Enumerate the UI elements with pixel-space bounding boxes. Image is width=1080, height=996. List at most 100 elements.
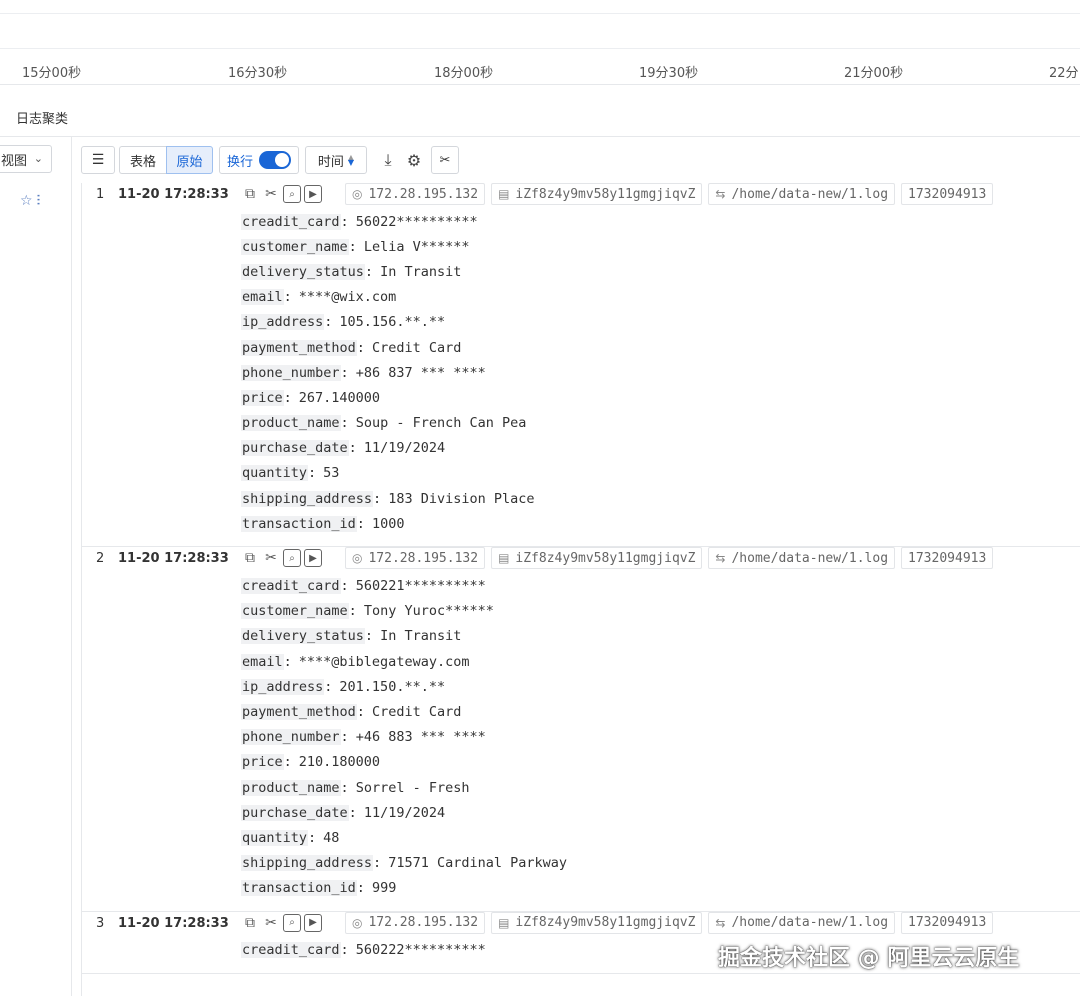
field-key[interactable]: payment_method — [241, 703, 357, 720]
field-value[interactable]: 267.140000 — [299, 390, 380, 406]
field-key[interactable]: quantity — [241, 465, 309, 482]
tools-icon[interactable]: ✂ — [262, 549, 280, 567]
field-key[interactable]: email — [241, 289, 284, 306]
field-value[interactable]: 48 — [323, 830, 339, 846]
row-actions: ⧉ ✂ ⌕ ▶ — [241, 913, 322, 932]
field-value[interactable]: Tony Yuroc****** — [364, 603, 494, 619]
field-key[interactable]: ip_address — [241, 314, 325, 331]
settings-icon[interactable]: ⚙ — [405, 151, 423, 170]
file-path-tag[interactable]: ⇆ /home/data-new/1.log — [708, 547, 896, 570]
field-key[interactable]: purchase_date — [241, 804, 349, 821]
field-key[interactable]: creadit_card — [241, 942, 341, 959]
field-value[interactable]: 210.180000 — [299, 754, 380, 770]
timestamp-tag[interactable]: 1732094913 — [901, 183, 994, 205]
source-ip-tag[interactable]: ◎ 172.28.195.132 — [345, 183, 486, 205]
field-value[interactable]: +86 837 *** **** — [356, 365, 486, 381]
view-select-value: 视图 — [1, 153, 28, 169]
field-key[interactable]: customer_name — [241, 238, 349, 255]
copy-icon[interactable]: ⧉ — [241, 914, 259, 932]
tools-button[interactable]: ✂ — [431, 146, 459, 174]
field-key[interactable]: creadit_card — [241, 578, 341, 595]
time-sort-label: 时间 — [317, 154, 344, 170]
file-path-tag[interactable]: ⇆ /home/data-new/1.log — [708, 183, 896, 205]
field-value[interactable]: Credit Card — [372, 340, 461, 356]
field-value[interactable]: Credit Card — [372, 704, 461, 720]
copy-icon[interactable]: ⧉ — [241, 185, 259, 203]
field-value[interactable]: 71571 Cardinal Parkway — [388, 855, 567, 871]
field-value[interactable]: 11/19/2024 — [364, 440, 445, 456]
log-cluster-title[interactable]: 日志聚类 — [16, 108, 68, 127]
field-key[interactable]: ip_address — [241, 678, 325, 695]
log-field: price:267.140000 — [241, 385, 1080, 410]
ip-icon: ◎ — [352, 915, 363, 930]
wrap-toggle-switch[interactable] — [259, 151, 291, 169]
field-value[interactable]: 53 — [323, 465, 339, 481]
field-value[interactable]: ****@biblegateway.com — [299, 654, 470, 670]
field-key[interactable]: shipping_address — [241, 490, 374, 507]
field-key[interactable]: transaction_id — [241, 880, 357, 897]
star-icon[interactable]: ☆ — [20, 193, 33, 209]
field-value[interactable]: 105.156.**.** — [339, 314, 445, 330]
field-value[interactable]: 560221********** — [356, 578, 486, 594]
view-select[interactable]: 视图 ⌄ — [0, 145, 52, 173]
field-value[interactable]: 11/19/2024 — [364, 805, 445, 821]
collapse-sidebar-button[interactable]: ☰ — [81, 146, 115, 174]
field-value[interactable]: 183 Division Place — [388, 491, 534, 507]
log-entry-header: 3 11-20 17:28:33 ⧉ ✂ ⌕ ▶ ◎ 172.28.195.132 ▤ iZf8z… — [82, 911, 1080, 938]
field-key[interactable]: creadit_card — [241, 213, 341, 230]
tools-icon[interactable]: ✂ — [262, 914, 280, 932]
download-icon[interactable]: ⤓ — [379, 150, 397, 170]
time-sort-button[interactable]: 时间 ▲ ▼ — [305, 146, 367, 174]
context-search-icon[interactable]: ⌕ — [283, 913, 301, 932]
field-key[interactable]: customer_name — [241, 603, 349, 620]
field-value[interactable]: In Transit — [380, 628, 461, 644]
field-key[interactable]: price — [241, 389, 284, 406]
source-ip-tag[interactable]: ◎ 172.28.195.132 — [345, 911, 486, 934]
wrap-toggle-button[interactable]: 换行 — [219, 146, 299, 174]
log-field: payment_method: Credit Card — [241, 699, 1080, 724]
field-key[interactable]: product_name — [241, 779, 341, 796]
timestamp-tag[interactable]: 1732094913 — [901, 911, 994, 934]
field-value[interactable]: 1000 — [372, 516, 405, 532]
field-value[interactable]: ****@wix.com — [299, 289, 397, 305]
field-key[interactable]: delivery_status — [241, 263, 365, 280]
field-value[interactable]: Lelia V****** — [364, 239, 470, 255]
livetail-play-icon[interactable]: ▶ — [304, 913, 322, 932]
field-key[interactable]: email — [241, 653, 284, 670]
field-key[interactable]: transaction_id — [241, 515, 357, 532]
tab-raw[interactable]: 原始 — [166, 146, 213, 174]
context-search-icon[interactable]: ⌕ — [283, 185, 301, 203]
field-key[interactable]: phone_number — [241, 364, 341, 381]
field-key[interactable]: product_name — [241, 415, 341, 432]
filter-settings-icon[interactable]: ⫶ — [37, 193, 41, 209]
server-icon: ▤ — [498, 915, 510, 930]
copy-icon[interactable]: ⧉ — [241, 549, 259, 567]
field-value[interactable]: Soup - French Can Pea — [356, 415, 527, 431]
livetail-play-icon[interactable]: ▶ — [304, 185, 322, 203]
hostname-tag[interactable]: ▤ iZf8z4y9mv58y11gmgjiqvZ — [491, 183, 703, 205]
livetail-play-icon[interactable]: ▶ — [304, 549, 322, 568]
field-value[interactable]: 999 — [372, 880, 396, 896]
field-value[interactable]: 201.150.**.** — [339, 679, 445, 695]
hostname-tag[interactable]: ▤ iZf8z4y9mv58y11gmgjiqvZ — [491, 911, 703, 934]
tools-icon[interactable]: ✂ — [262, 185, 280, 203]
file-path-tag[interactable]: ⇆ /home/data-new/1.log — [708, 911, 896, 934]
field-value[interactable]: 560222********** — [356, 942, 486, 958]
field-key[interactable]: phone_number — [241, 729, 341, 746]
log-entry: 2 11-20 17:28:33 ⧉ ✂ ⌕ ▶ ◎ 172.28.195.132 ▤ iZf8z… — [82, 547, 1080, 912]
source-ip-tag[interactable]: ◎ 172.28.195.132 — [345, 547, 486, 570]
context-search-icon[interactable]: ⌕ — [283, 549, 301, 568]
hostname-tag[interactable]: ▤ iZf8z4y9mv58y11gmgjiqvZ — [491, 547, 703, 570]
timestamp-tag[interactable]: 1732094913 — [901, 547, 994, 570]
field-key[interactable]: quantity — [241, 829, 309, 846]
field-key[interactable]: payment_method — [241, 339, 357, 356]
field-key[interactable]: delivery_status — [241, 628, 365, 645]
tab-table[interactable]: 表格 — [119, 146, 166, 174]
field-value[interactable]: 56022********** — [356, 214, 478, 230]
field-value[interactable]: In Transit — [380, 264, 461, 280]
field-value[interactable]: +46 883 *** **** — [356, 729, 486, 745]
field-key[interactable]: price — [241, 754, 284, 771]
field-value[interactable]: Sorrel - Fresh — [356, 780, 470, 796]
field-key[interactable]: shipping_address — [241, 855, 374, 872]
field-key[interactable]: purchase_date — [241, 440, 349, 457]
